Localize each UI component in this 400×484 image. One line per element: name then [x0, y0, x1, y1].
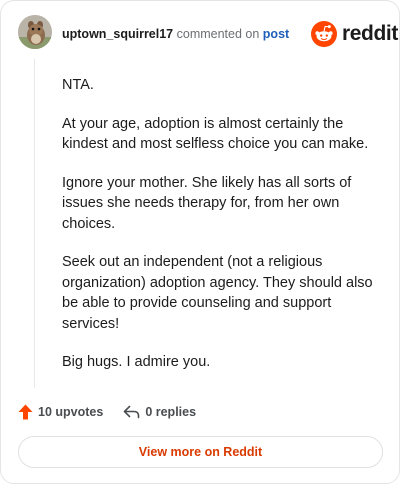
reply-button[interactable]: 0 replies [123, 405, 196, 419]
thread-line[interactable] [34, 59, 35, 388]
comment-actions: 10 upvotes 0 replies [18, 401, 196, 423]
squirrel-avatar-icon [18, 15, 52, 49]
reddit-snoo-icon [311, 21, 337, 47]
comment-paragraph: Ignore your mother. She likely has all s… [62, 174, 352, 232]
reply-count: 0 replies [145, 405, 197, 419]
reddit-logo[interactable]: reddit [311, 19, 398, 49]
username-link[interactable]: uptown_squirrel17 [62, 27, 173, 41]
commented-on-label: commented on [176, 27, 260, 41]
upvote-count: 10 upvotes [38, 405, 104, 419]
comment-body: NTA. At your age, adoption is almost cer… [62, 75, 382, 391]
comment-paragraph: Seek out an independent (not a religious… [62, 254, 373, 332]
post-link[interactable]: post [263, 27, 289, 41]
view-more-on-reddit-button[interactable]: View more on Reddit [18, 436, 383, 468]
comment-embed-card: uptown_squirrel17 commented on post redd… [0, 0, 400, 484]
reply-arrow-icon [124, 405, 140, 419]
comment-paragraph: At your age, adoption is almost certainl… [62, 115, 369, 153]
comment-paragraph: Big hugs. I admire you. [62, 354, 211, 370]
avatar[interactable] [18, 15, 52, 49]
comment-header: uptown_squirrel17 commented on post [62, 26, 289, 42]
comment-paragraph: NTA. [62, 77, 94, 93]
reddit-wordmark: reddit [342, 22, 398, 45]
upvote-arrow-icon [18, 404, 33, 420]
upvote-button[interactable]: 10 upvotes [18, 404, 103, 420]
